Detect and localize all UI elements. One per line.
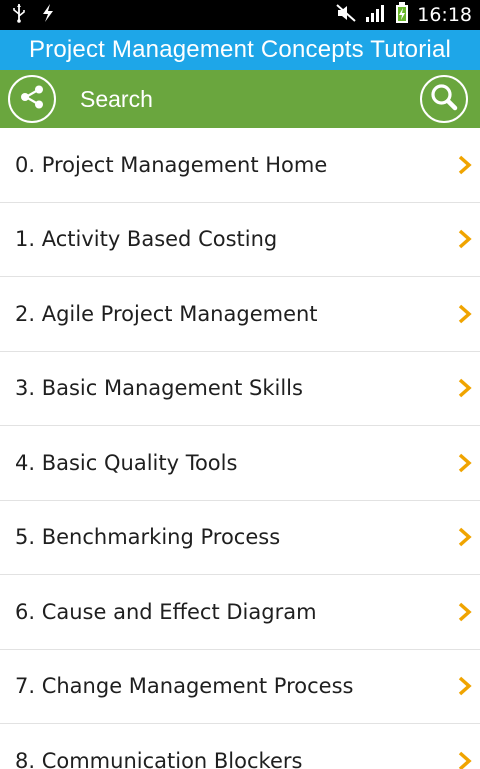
list-item-1[interactable]: 1. Activity Based Costing <box>0 202 480 277</box>
chevron-right-icon <box>458 602 472 622</box>
battery-icon <box>395 2 409 28</box>
chevron-right-icon <box>458 676 472 696</box>
list-item-label: 6. Cause and Effect Diagram <box>15 599 317 624</box>
signal-icon <box>365 3 387 27</box>
list-item-4[interactable]: 4. Basic Quality Tools <box>0 426 480 501</box>
status-time: 16:18 <box>417 4 472 26</box>
chevron-right-icon <box>458 527 472 547</box>
usb-icon <box>12 3 26 27</box>
chevron-right-icon <box>458 229 472 249</box>
app-title: Project Management Concepts Tutorial <box>28 36 452 63</box>
chevron-right-icon <box>458 751 472 769</box>
topic-list: 0. Project Management Home 1. Activity B… <box>0 128 480 769</box>
list-item-label: 8. Communication Blockers <box>15 748 303 769</box>
list-item-6[interactable]: 6. Cause and Effect Diagram <box>0 575 480 650</box>
app-title-bar: Project Management Concepts Tutorial <box>0 30 480 70</box>
search-icon <box>429 82 459 116</box>
list-item-2[interactable]: 2. Agile Project Management <box>0 277 480 352</box>
list-item-7[interactable]: 7. Change Management Process <box>0 649 480 724</box>
status-bar: 16:18 <box>0 0 480 30</box>
status-right-icons: 16:18 <box>335 2 472 28</box>
list-item-label: 2. Agile Project Management <box>15 301 318 326</box>
action-left: Search <box>8 75 153 123</box>
action-bar: Search <box>0 70 480 128</box>
chevron-right-icon <box>458 378 472 398</box>
chevron-right-icon <box>458 453 472 473</box>
list-item-label: 3. Basic Management Skills <box>15 376 303 401</box>
search-button[interactable] <box>420 75 468 123</box>
list-item-label: 1. Activity Based Costing <box>15 227 278 252</box>
list-item-0[interactable]: 0. Project Management Home <box>0 128 480 203</box>
list-item-label: 7. Change Management Process <box>15 674 354 699</box>
list-item-label: 5. Benchmarking Process <box>15 525 281 550</box>
chevron-right-icon <box>458 155 472 175</box>
list-item-3[interactable]: 3. Basic Management Skills <box>0 351 480 426</box>
status-left-icons <box>12 3 56 27</box>
flash-icon <box>40 3 56 27</box>
list-item-8[interactable]: 8. Communication Blockers <box>0 724 480 769</box>
chevron-right-icon <box>458 304 472 324</box>
share-icon <box>19 84 45 114</box>
search-input[interactable]: Search <box>80 86 153 113</box>
mute-icon <box>335 3 357 27</box>
list-item-label: 4. Basic Quality Tools <box>15 450 238 475</box>
list-item-label: 0. Project Management Home <box>15 152 328 177</box>
share-button[interactable] <box>8 75 56 123</box>
list-item-5[interactable]: 5. Benchmarking Process <box>0 500 480 575</box>
